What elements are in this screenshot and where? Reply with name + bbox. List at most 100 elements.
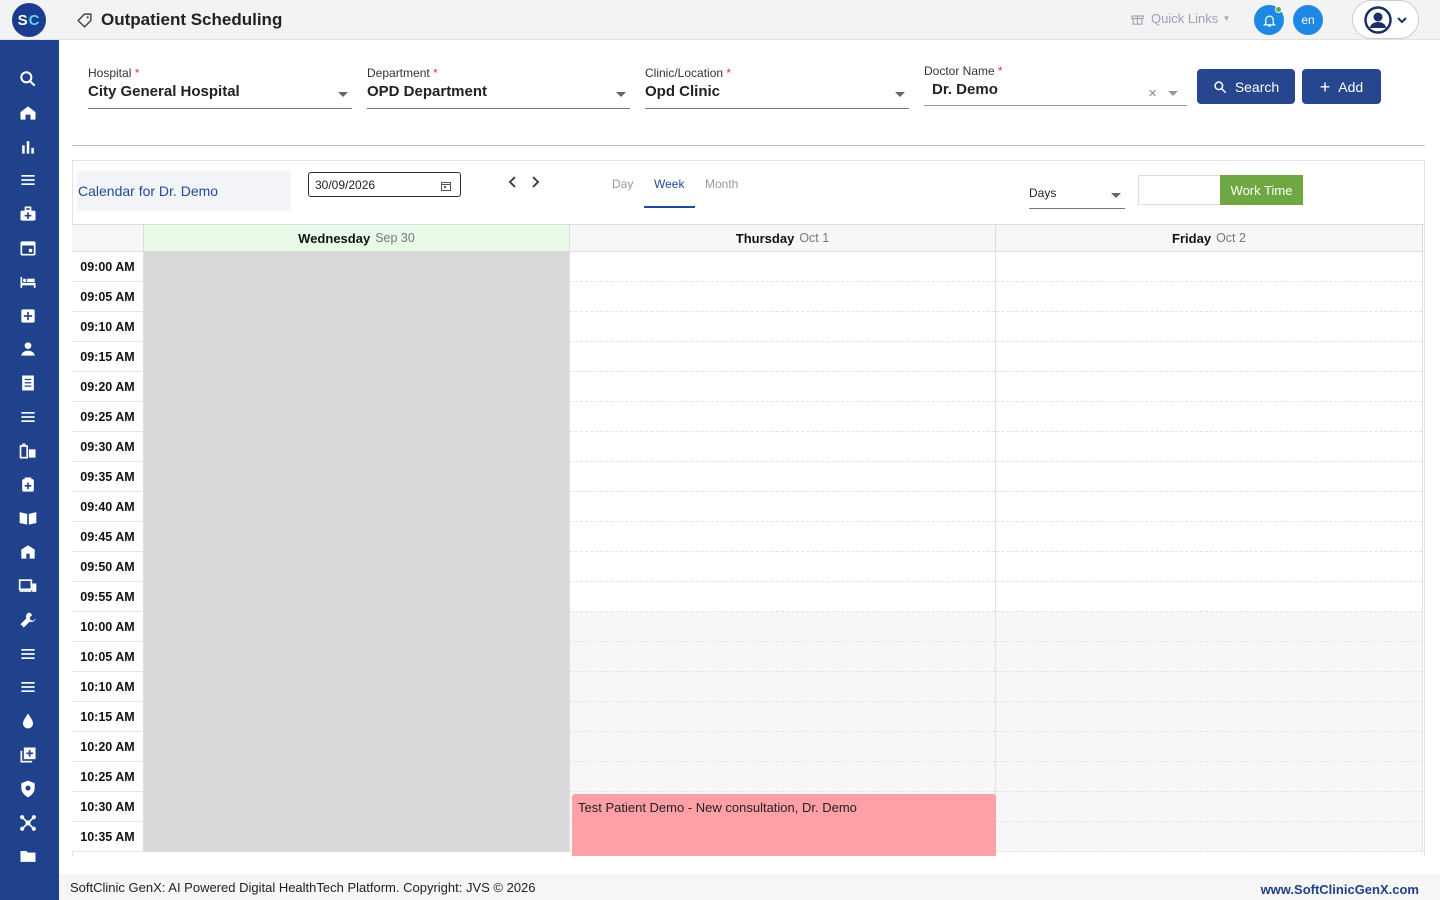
appointment-event[interactable]: Test Patient Demo - New consultation, Dr…: [572, 794, 996, 856]
medical-bag-icon[interactable]: [17, 203, 39, 225]
time-slot[interactable]: [996, 822, 1422, 852]
wrench-icon[interactable]: [17, 609, 39, 631]
time-slot[interactable]: [144, 822, 569, 852]
time-slot[interactable]: [996, 522, 1422, 552]
time-slot[interactable]: [996, 642, 1422, 672]
time-slot[interactable]: [996, 372, 1422, 402]
time-slot[interactable]: [996, 252, 1422, 282]
menu-icon[interactable]: [17, 676, 39, 698]
building-icon[interactable]: [17, 541, 39, 563]
devices-icon[interactable]: [17, 575, 39, 597]
time-slot[interactable]: [570, 522, 995, 552]
time-slot[interactable]: [996, 732, 1422, 762]
time-slot[interactable]: [996, 552, 1422, 582]
time-slot[interactable]: [570, 762, 995, 792]
time-slot[interactable]: [144, 402, 569, 432]
time-slot[interactable]: [996, 702, 1422, 732]
time-slot[interactable]: [996, 792, 1422, 822]
bed-icon[interactable]: [17, 271, 39, 293]
time-slot[interactable]: [996, 612, 1422, 642]
chevron-left-icon[interactable]: [507, 175, 519, 189]
menu-icon[interactable]: [17, 169, 39, 191]
add-box-icon[interactable]: [17, 744, 39, 766]
footer-website-link[interactable]: www.SoftClinicGenX.com: [1261, 882, 1419, 897]
shield-icon[interactable]: [17, 778, 39, 800]
time-slot[interactable]: [996, 432, 1422, 462]
search-icon[interactable]: [17, 68, 39, 90]
time-slot[interactable]: [996, 672, 1422, 702]
time-slot[interactable]: [996, 342, 1422, 372]
person-icon[interactable]: [17, 338, 39, 360]
add-button[interactable]: + Add: [1302, 69, 1381, 104]
time-slot[interactable]: [570, 582, 995, 612]
time-slot[interactable]: [570, 402, 995, 432]
time-slot[interactable]: [144, 612, 569, 642]
time-slot[interactable]: [570, 282, 995, 312]
clinic-select[interactable]: Clinic/Location * Opd Clinic: [645, 66, 909, 109]
work-time-button[interactable]: Work Time: [1220, 175, 1303, 205]
time-slot[interactable]: [144, 762, 569, 792]
search-button[interactable]: Search: [1197, 69, 1295, 104]
hospital-select[interactable]: Hospital * City General Hospital: [88, 66, 352, 109]
medical-plus-icon[interactable]: [17, 305, 39, 327]
time-slot[interactable]: [144, 702, 569, 732]
tab-day[interactable]: Day: [612, 177, 633, 191]
time-slot[interactable]: [570, 612, 995, 642]
medical-box-icon[interactable]: [17, 474, 39, 496]
time-slot[interactable]: [144, 792, 569, 822]
time-slot[interactable]: [144, 552, 569, 582]
range-select[interactable]: Days: [1029, 179, 1125, 209]
language-button[interactable]: en: [1293, 5, 1323, 35]
pharmacy-icon[interactable]: [17, 440, 39, 462]
quick-links-menu[interactable]: Quick Links ▾: [1130, 11, 1229, 26]
profile-menu[interactable]: [1352, 0, 1419, 39]
tab-week[interactable]: Week: [654, 177, 684, 191]
time-slot[interactable]: [570, 312, 995, 342]
menu-icon[interactable]: [17, 643, 39, 665]
clear-icon[interactable]: ×: [1148, 85, 1157, 102]
department-select[interactable]: Department * OPD Department: [367, 66, 630, 109]
doctor-select[interactable]: Doctor Name * Dr. Demo ×: [924, 64, 1187, 106]
tab-month[interactable]: Month: [705, 177, 738, 191]
drop-icon[interactable]: [17, 710, 39, 732]
time-slot[interactable]: [570, 732, 995, 762]
time-slot[interactable]: [996, 462, 1422, 492]
time-slot[interactable]: [996, 312, 1422, 342]
time-slot[interactable]: [570, 342, 995, 372]
calendar-icon[interactable]: [441, 181, 451, 191]
document-icon[interactable]: [17, 372, 39, 394]
time-slot[interactable]: [144, 732, 569, 762]
date-picker[interactable]: 30/09/2026: [308, 172, 461, 197]
chevron-right-icon[interactable]: [529, 175, 541, 189]
book-icon[interactable]: [17, 507, 39, 529]
time-slot[interactable]: [570, 492, 995, 522]
bar-chart-icon[interactable]: [17, 136, 39, 158]
time-slot[interactable]: [144, 642, 569, 672]
folder-icon[interactable]: [17, 845, 39, 867]
time-slot[interactable]: [144, 432, 569, 462]
time-slot[interactable]: [144, 252, 569, 282]
time-slot[interactable]: [996, 402, 1422, 432]
time-slot[interactable]: [996, 492, 1422, 522]
time-slot[interactable]: [144, 582, 569, 612]
notifications-button[interactable]: [1254, 5, 1284, 35]
menu-icon[interactable]: [17, 406, 39, 428]
time-slot[interactable]: [144, 672, 569, 702]
time-slot[interactable]: [996, 582, 1422, 612]
time-slot[interactable]: [570, 642, 995, 672]
time-slot[interactable]: [144, 492, 569, 522]
time-slot[interactable]: [570, 252, 995, 282]
time-slot[interactable]: [144, 522, 569, 552]
time-slot[interactable]: [144, 342, 569, 372]
time-slot[interactable]: [144, 372, 569, 402]
home-icon[interactable]: [17, 102, 39, 124]
time-slot[interactable]: [996, 282, 1422, 312]
time-slot[interactable]: [570, 432, 995, 462]
app-logo[interactable]: SC: [12, 3, 46, 37]
time-slot[interactable]: [570, 372, 995, 402]
time-slot[interactable]: [144, 462, 569, 492]
calendar-icon[interactable]: [17, 237, 39, 259]
time-slot[interactable]: [570, 552, 995, 582]
time-slot[interactable]: [996, 762, 1422, 792]
work-time-input[interactable]: [1138, 175, 1220, 205]
